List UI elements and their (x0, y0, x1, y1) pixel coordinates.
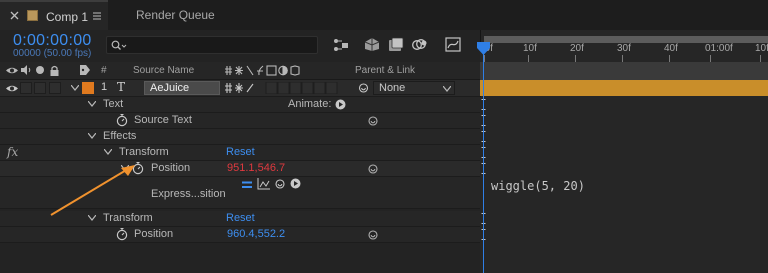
animate-play-icon[interactable] (335, 99, 346, 110)
expression-label: Express...sition (151, 188, 226, 200)
expression-enable-equals-icon[interactable] (242, 181, 252, 189)
source-text-row[interactable]: Source Text (0, 113, 480, 129)
ruler-tick-mark (622, 55, 623, 62)
ruler-tick-label: 40f (664, 43, 678, 54)
graph-editor-icon[interactable] (445, 37, 461, 52)
shy-layers-icon[interactable] (388, 37, 404, 52)
work-area-bar[interactable] (484, 36, 768, 43)
comp-color-swatch-icon (27, 10, 38, 21)
tab-comp-1[interactable]: Comp 1 (0, 0, 108, 30)
ruler-tick-label: 10f (523, 43, 537, 54)
parent-dropdown[interactable]: None (373, 81, 455, 95)
ruler-tick-mark (760, 55, 761, 62)
video-visibility-icon[interactable] (6, 84, 18, 93)
layer-panel-empty-area (0, 243, 480, 273)
ruler-tick-mark (710, 55, 711, 62)
ruler-tick-mark (575, 55, 576, 62)
layer-name-field[interactable]: AeJuice (144, 81, 220, 95)
video-visibility-header-icon[interactable] (6, 66, 18, 75)
layer-switches-icon[interactable] (225, 82, 353, 94)
layer-switches-header-icon (225, 65, 355, 76)
position-value[interactable]: 960.4,552.2 (227, 228, 285, 240)
twirl-down-icon[interactable] (88, 133, 96, 141)
text-layer-type-glyph: T (117, 80, 126, 94)
animate-label: Animate: (288, 98, 332, 110)
panel-tab-bar (0, 0, 768, 30)
reset-link[interactable]: Reset (226, 146, 255, 158)
parent-value: None (379, 82, 406, 94)
layer-number: 1 (101, 81, 108, 93)
audio-toggle-box[interactable] (20, 82, 32, 94)
ruler-tick-mark (669, 55, 670, 62)
text-group-label: Text (103, 98, 124, 110)
layer-label-color-swatch[interactable] (82, 82, 94, 94)
frame-blending-icon[interactable] (412, 37, 428, 52)
position-label: Position (134, 228, 174, 240)
annotation-arrow-icon (48, 162, 140, 218)
comp-mini-flowchart-icon[interactable] (333, 38, 349, 52)
expression-graph-icon[interactable] (257, 178, 270, 190)
draft-3d-icon[interactable] (364, 37, 380, 52)
search-input[interactable] (106, 36, 318, 54)
layer-name: AeJuice (150, 82, 190, 94)
effects-group-label: Effects (103, 130, 137, 142)
close-icon[interactable] (10, 11, 19, 20)
stopwatch-icon[interactable] (116, 114, 129, 127)
twirl-down-icon[interactable] (104, 149, 112, 157)
label-header-icon[interactable] (80, 65, 90, 76)
position-value[interactable]: 951.1,546.7 (227, 162, 285, 174)
panel-menu-icon[interactable] (93, 12, 101, 20)
expression-text[interactable]: wiggle(5, 20) (491, 179, 585, 193)
layer-column-header: # Source Name Parent & Link (0, 62, 480, 80)
ruler-tick-label: 01:00f (705, 43, 733, 54)
solo-header-icon[interactable] (35, 65, 45, 75)
ruler-tick-mark (528, 55, 529, 62)
chevron-down-icon (443, 86, 451, 92)
search-icon (111, 40, 127, 51)
transform-effect-row[interactable]: fx Transform Reset (0, 145, 480, 161)
solo-toggle-box[interactable] (34, 82, 46, 94)
twirl-down-icon[interactable] (88, 101, 96, 109)
column-source-name[interactable]: Source Name (133, 65, 194, 76)
ruler-tick-label: 30f (617, 43, 631, 54)
ruler-tick-label: 20f (570, 43, 584, 54)
position-label: Position (151, 162, 191, 174)
expression-pick-whip-icon[interactable] (274, 178, 286, 190)
pick-whip-icon[interactable] (367, 115, 379, 127)
fx-toggle[interactable]: fx (7, 145, 18, 159)
text-group-row[interactable]: Text Animate: (0, 97, 480, 113)
audio-header-icon[interactable] (21, 65, 31, 75)
pick-whip-icon[interactable] (367, 163, 379, 175)
pick-whip-icon[interactable] (367, 229, 379, 241)
ruler-tick-mark (484, 55, 485, 62)
tab-comp-1-label: Comp 1 (46, 10, 89, 24)
layer-row-aejuice[interactable]: 1 T AeJuice None (0, 80, 480, 97)
stopwatch-icon[interactable] (116, 228, 129, 241)
expression-language-menu-icon[interactable] (290, 178, 301, 189)
column-number: # (101, 65, 107, 76)
timeline-header-band (480, 62, 768, 80)
reset-link[interactable]: Reset (226, 212, 255, 224)
pick-whip-icon[interactable] (357, 82, 370, 94)
position-property-row[interactable]: Position 960.4,552.2 (0, 227, 480, 243)
column-parent-link[interactable]: Parent & Link (355, 65, 415, 76)
transform-effect-label: Transform (119, 146, 169, 158)
ruler-tick-label: 10f (755, 43, 768, 54)
source-text-label: Source Text (134, 114, 192, 126)
effects-group-row[interactable]: Effects (0, 129, 480, 145)
layer-twirl-chevron-down-icon[interactable] (71, 85, 79, 91)
current-time-indicator-handle-icon[interactable] (477, 42, 490, 55)
tab-render-queue[interactable]: Render Queue (136, 8, 215, 22)
frame-info: 00000 (50.00 fps) (13, 48, 92, 59)
lock-header-icon[interactable] (50, 65, 59, 76)
current-time-indicator-line[interactable] (483, 44, 484, 273)
layer-duration-bar[interactable] (480, 80, 768, 96)
lock-toggle-box[interactable] (49, 82, 61, 94)
